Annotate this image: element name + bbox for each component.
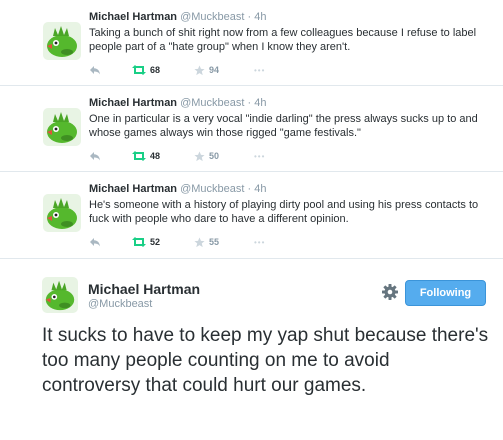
star-icon (194, 150, 205, 161)
settings-button[interactable] (381, 283, 399, 301)
retweet-button[interactable]: 48 (132, 149, 160, 163)
favorite-button[interactable]: 94 (194, 63, 219, 77)
tweet-header: Michael Hartman @Muckbeast · 4h (89, 183, 267, 195)
avatar[interactable] (43, 22, 81, 60)
bird-avatar-icon (43, 194, 81, 232)
reply-button[interactable] (89, 235, 101, 249)
author-handle[interactable]: @Muckbeast (180, 183, 244, 195)
tweet-actions: 48 50 ••• (89, 149, 289, 163)
separator: · (247, 183, 252, 195)
author-handle[interactable]: @Muckbeast (88, 298, 152, 310)
timestamp[interactable]: 4h (254, 183, 266, 195)
tweet-actions: 68 94 ••• (89, 63, 289, 77)
bird-avatar-icon (43, 108, 81, 146)
favorite-button[interactable]: 55 (194, 235, 219, 249)
tweet-header: Michael Hartman @Muckbeast · 4h (89, 11, 267, 23)
reply-icon (90, 238, 100, 247)
retweet-count: 48 (150, 151, 161, 161)
tweet-item[interactable]: Michael Hartman @Muckbeast · 4h He's som… (0, 172, 503, 259)
retweet-button[interactable]: 68 (132, 63, 160, 77)
more-button[interactable]: ••• (254, 63, 265, 77)
tweet-text: He's someone with a history of playing d… (89, 199, 479, 225)
tweet-text: It sucks to have to keep my yap shut bec… (42, 325, 489, 396)
tweet-item[interactable]: Michael Hartman @Muckbeast · 4h Taking a… (0, 0, 503, 86)
retweet-icon (132, 65, 146, 75)
timestamp[interactable]: 4h (254, 11, 266, 23)
retweet-icon (132, 151, 146, 161)
favorite-count: 94 (209, 65, 220, 75)
author-name[interactable]: Michael Hartman (89, 183, 177, 195)
favorite-count: 50 (209, 151, 220, 161)
timestamp[interactable]: 4h (254, 97, 266, 109)
bird-avatar-icon (43, 22, 81, 60)
avatar[interactable] (43, 108, 81, 146)
more-icon: ••• (254, 151, 266, 161)
more-button[interactable]: ••• (254, 149, 265, 163)
more-button[interactable]: ••• (254, 235, 265, 249)
reply-button[interactable] (89, 63, 101, 77)
gear-icon (382, 284, 398, 300)
tweet-item[interactable]: Michael Hartman @Muckbeast · 4h One in p… (0, 86, 503, 172)
tweet-timeline: Michael Hartman @Muckbeast · 4h Taking a… (0, 0, 503, 259)
reply-icon (90, 66, 100, 75)
expanded-tweet: Michael Hartman @Muckbeast Following It … (0, 259, 503, 440)
author-handle[interactable]: @Muckbeast (180, 97, 244, 109)
avatar[interactable] (42, 277, 78, 313)
separator: · (247, 97, 252, 109)
author-name[interactable]: Michael Hartman (89, 97, 177, 109)
favorite-count: 55 (209, 237, 220, 247)
tweet-actions: 52 55 ••• (89, 235, 289, 249)
author-name[interactable]: Michael Hartman (88, 281, 200, 297)
star-icon (194, 64, 205, 75)
reply-button[interactable] (89, 149, 101, 163)
more-icon: ••• (254, 237, 266, 247)
tweet-header: Michael Hartman @Muckbeast · 4h (89, 97, 267, 109)
favorite-button[interactable]: 50 (194, 149, 219, 163)
retweet-button[interactable]: 52 (132, 235, 160, 249)
more-icon: ••• (254, 65, 266, 75)
tweet-text: One in particular is a very vocal "indie… (89, 113, 478, 139)
retweet-count: 68 (150, 65, 161, 75)
following-button[interactable]: Following (405, 280, 486, 306)
star-icon (194, 236, 205, 247)
retweet-count: 52 (150, 237, 161, 247)
tweet-text: Taking a bunch of shit right now from a … (89, 27, 477, 53)
avatar[interactable] (43, 194, 81, 232)
author-name[interactable]: Michael Hartman (89, 11, 177, 23)
reply-icon (90, 152, 100, 161)
separator: · (247, 11, 252, 23)
bird-avatar-icon (42, 277, 78, 313)
author-handle[interactable]: @Muckbeast (180, 11, 244, 23)
retweet-icon (132, 237, 146, 247)
